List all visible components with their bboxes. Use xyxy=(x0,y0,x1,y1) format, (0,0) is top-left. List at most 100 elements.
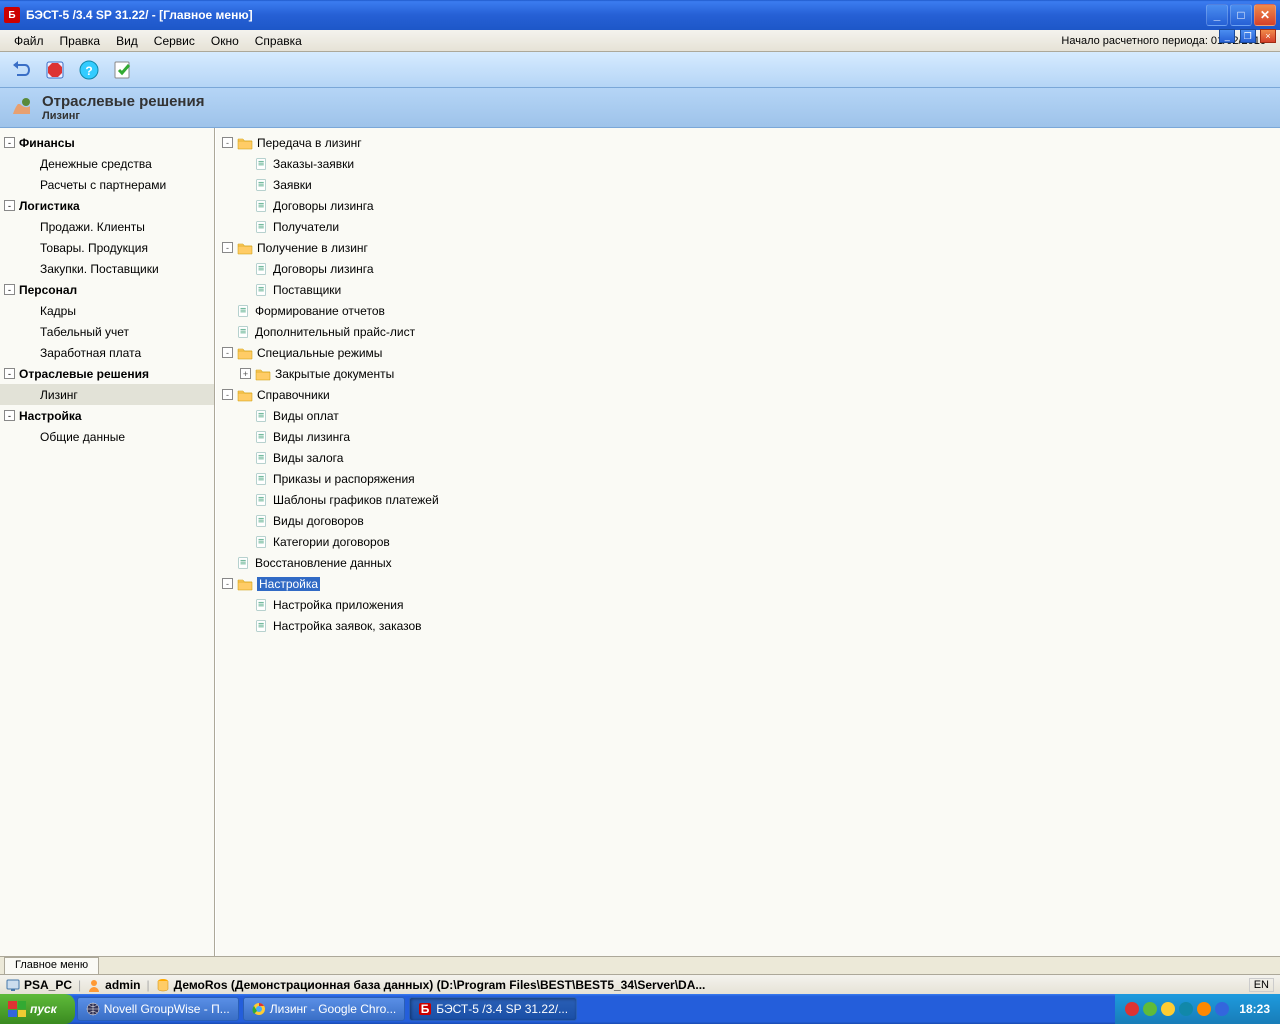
taskbar-task[interactable]: Novell GroupWise - П... xyxy=(77,997,239,1021)
tree-item[interactable]: Виды договоров xyxy=(216,510,1280,531)
tray-clock[interactable]: 18:23 xyxy=(1239,1002,1270,1016)
system-tray[interactable]: 18:23 xyxy=(1115,994,1280,1024)
tool-stop-button[interactable] xyxy=(40,56,70,84)
tree-item[interactable]: Виды оплат xyxy=(216,405,1280,426)
tree-item[interactable]: Категории договоров xyxy=(216,531,1280,552)
tree-item[interactable]: Восстановление данных xyxy=(216,552,1280,573)
sidebar-item[interactable]: Заработная плата xyxy=(0,342,214,363)
sidebar-group[interactable]: -Отраслевые решения xyxy=(0,363,214,384)
tree-folder[interactable]: -Справочники xyxy=(216,384,1280,405)
header-band: Отраслевые решения Лизинг xyxy=(0,88,1280,128)
menu-window[interactable]: Окно xyxy=(203,32,247,50)
tree-label: Восстановление данных xyxy=(255,556,392,570)
menu-file[interactable]: Файл xyxy=(6,32,52,50)
menu-service[interactable]: Сервис xyxy=(146,32,203,50)
sidebar-item[interactable]: Расчеты с партнерами xyxy=(0,174,214,195)
tree-item[interactable]: Настройка заявок, заказов xyxy=(216,615,1280,636)
titlebar: Б БЭСТ-5 /3.4 SP 31.22/ - [Главное меню]… xyxy=(0,0,1280,30)
sidebar-item[interactable]: Общие данные xyxy=(0,426,214,447)
menu-edit[interactable]: Правка xyxy=(52,32,109,50)
tree-folder[interactable]: +Закрытые документы xyxy=(216,363,1280,384)
tree-item[interactable]: Шаблоны графиков платежей xyxy=(216,489,1280,510)
sidebar-item[interactable]: Денежные средства xyxy=(0,153,214,174)
expand-icon[interactable]: - xyxy=(222,137,233,148)
expand-icon[interactable]: - xyxy=(222,389,233,400)
tool-back-button[interactable] xyxy=(6,56,36,84)
menu-help[interactable]: Справка xyxy=(247,32,310,50)
statusbar: PSA_PC | admin | ДемоRos (Демонстрационн… xyxy=(0,974,1280,994)
tray-icon[interactable] xyxy=(1215,1002,1229,1016)
expand-icon[interactable]: - xyxy=(4,284,15,295)
tray-icon[interactable] xyxy=(1197,1002,1211,1016)
tree-item[interactable]: Поставщики xyxy=(216,279,1280,300)
sidebar-item[interactable]: Лизинг xyxy=(0,384,214,405)
sidebar-group[interactable]: -Персонал xyxy=(0,279,214,300)
folder-icon xyxy=(237,388,253,402)
sidebar-item[interactable]: Табельный учет xyxy=(0,321,214,342)
toolbar: ? xyxy=(0,52,1280,88)
tree-folder[interactable]: -Специальные режимы xyxy=(216,342,1280,363)
tree-label: Настройка xyxy=(257,577,320,591)
sidebar-group[interactable]: -Настройка xyxy=(0,405,214,426)
status-pc: PSA_PC xyxy=(6,978,72,992)
expand-icon[interactable]: - xyxy=(222,347,233,358)
tree-folder[interactable]: -Передача в лизинг xyxy=(216,132,1280,153)
tray-icon[interactable] xyxy=(1125,1002,1139,1016)
sidebar-label: Финансы xyxy=(19,136,75,150)
tree-item[interactable]: Договоры лизинга xyxy=(216,195,1280,216)
document-icon xyxy=(237,556,251,570)
taskbar-task[interactable]: Лизинг - Google Chro... xyxy=(243,997,406,1021)
tool-help-button[interactable]: ? xyxy=(74,56,104,84)
tree-item[interactable]: Формирование отчетов xyxy=(216,300,1280,321)
tree-item[interactable]: Дополнительный прайс-лист xyxy=(216,321,1280,342)
document-icon xyxy=(255,451,269,465)
tray-icon[interactable] xyxy=(1161,1002,1175,1016)
tree-item[interactable]: Виды лизинга xyxy=(216,426,1280,447)
tree-item[interactable]: Договоры лизинга xyxy=(216,258,1280,279)
tree-folder[interactable]: - Настройка xyxy=(216,573,1280,594)
tab-main-menu[interactable]: Главное меню xyxy=(4,957,99,974)
tree-item[interactable]: Настройка приложения xyxy=(216,594,1280,615)
expand-icon[interactable]: - xyxy=(4,368,15,379)
taskbar-task[interactable]: ББЭСТ-5 /3.4 SP 31.22/... xyxy=(409,997,577,1021)
tree-item[interactable]: Виды залога xyxy=(216,447,1280,468)
maximize-button[interactable]: □ xyxy=(1230,4,1252,26)
tree-folder[interactable]: -Получение в лизинг xyxy=(216,237,1280,258)
tree-item[interactable]: Приказы и распоряжения xyxy=(216,468,1280,489)
sidebar-item[interactable]: Товары. Продукция xyxy=(0,237,214,258)
tray-icon[interactable] xyxy=(1143,1002,1157,1016)
database-icon xyxy=(156,978,170,992)
tree-label: Виды лизинга xyxy=(273,430,350,444)
status-lang[interactable]: EN xyxy=(1249,978,1274,992)
main: -ФинансыДенежные средстваРасчеты с партн… xyxy=(0,128,1280,956)
tree-label: Шаблоны графиков платежей xyxy=(273,493,439,507)
expand-icon[interactable]: - xyxy=(222,242,233,253)
document-icon xyxy=(237,304,251,318)
tree-label: Получатели xyxy=(273,220,339,234)
document-icon xyxy=(255,220,269,234)
mdi-close-button[interactable]: × xyxy=(1260,29,1276,43)
sidebar-group[interactable]: -Финансы xyxy=(0,132,214,153)
mdi-minimize-button[interactable]: _ xyxy=(1219,29,1235,43)
expand-icon[interactable]: - xyxy=(4,200,15,211)
mdi-restore-button[interactable]: ❐ xyxy=(1240,29,1256,43)
tool-check-button[interactable] xyxy=(108,56,138,84)
minimize-button[interactable]: _ xyxy=(1206,4,1228,26)
monitor-icon xyxy=(6,978,20,992)
sidebar-item[interactable]: Продажи. Клиенты xyxy=(0,216,214,237)
start-button[interactable]: пуск xyxy=(0,994,75,1024)
expand-icon[interactable]: + xyxy=(240,368,251,379)
tray-icon[interactable] xyxy=(1179,1002,1193,1016)
tree-item[interactable]: Заявки xyxy=(216,174,1280,195)
taskbar-task-label: БЭСТ-5 /3.4 SP 31.22/... xyxy=(436,1002,568,1016)
expand-icon[interactable]: - xyxy=(222,578,233,589)
sidebar-item[interactable]: Кадры xyxy=(0,300,214,321)
expand-icon[interactable]: - xyxy=(4,410,15,421)
tree-item[interactable]: Получатели xyxy=(216,216,1280,237)
expand-icon[interactable]: - xyxy=(4,137,15,148)
tree-item[interactable]: Заказы-заявки xyxy=(216,153,1280,174)
close-button[interactable]: ✕ xyxy=(1254,4,1276,26)
sidebar-item[interactable]: Закупки. Поставщики xyxy=(0,258,214,279)
menu-view[interactable]: Вид xyxy=(108,32,146,50)
sidebar-group[interactable]: -Логистика xyxy=(0,195,214,216)
